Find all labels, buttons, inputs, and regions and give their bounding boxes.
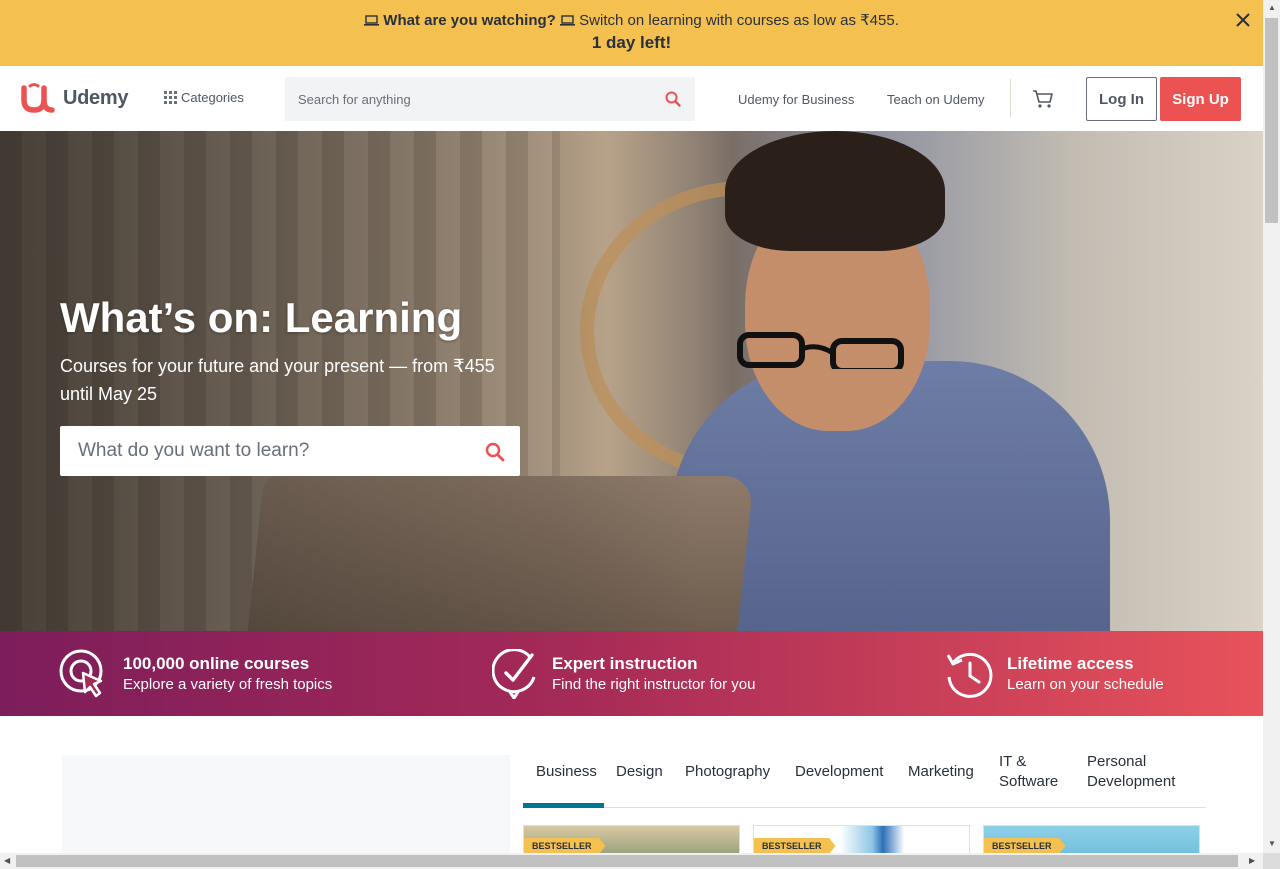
scroll-up-icon[interactable]: ▲ xyxy=(1268,3,1276,12)
check-badge-icon xyxy=(492,649,536,699)
tab-personal-development[interactable]: Personal Development xyxy=(1087,752,1187,792)
tab-it-software[interactable]: IT & Software xyxy=(999,752,1069,792)
feature-item: Expert instruction Find the right instru… xyxy=(492,649,755,699)
udemy-for-business-link[interactable]: Udemy for Business xyxy=(738,92,854,107)
login-button[interactable]: Log In xyxy=(1086,77,1157,121)
search-input[interactable] xyxy=(285,77,645,121)
feature-desc: Learn on your schedule xyxy=(1007,676,1164,693)
featured-panel xyxy=(62,755,510,869)
close-icon[interactable] xyxy=(1233,10,1253,30)
feature-title: 100,000 online courses xyxy=(123,654,310,673)
scroll-down-icon[interactable]: ▼ xyxy=(1268,839,1276,848)
clock-history-icon xyxy=(946,652,993,698)
hero-search xyxy=(60,426,520,476)
hero-banner: What’s on: Learning Courses for your fut… xyxy=(0,131,1263,631)
tab-photography[interactable]: Photography xyxy=(685,762,770,782)
udemy-logo-icon xyxy=(21,83,55,113)
teach-on-udemy-link[interactable]: Teach on Udemy xyxy=(887,92,985,107)
laptop-icon xyxy=(364,15,380,26)
search-icon[interactable] xyxy=(665,91,681,107)
feature-item: 100,000 online courses Explore a variety… xyxy=(59,649,332,699)
hero-search-input[interactable] xyxy=(60,426,460,476)
header-search xyxy=(285,77,695,121)
promo-banner: What are you watching? Switch on learnin… xyxy=(0,0,1263,66)
tab-marketing[interactable]: Marketing xyxy=(908,762,974,782)
bestseller-badge: BESTSELLER xyxy=(754,838,836,854)
promo-text: Switch on learning with courses as low a… xyxy=(579,12,899,29)
feature-desc: Explore a variety of fresh topics xyxy=(123,676,333,693)
feature-item: Lifetime access Learn on your schedule xyxy=(945,649,1164,699)
horizontal-scrollbar[interactable]: ◀ ▶ xyxy=(0,853,1263,869)
horizontal-scroll-thumb[interactable] xyxy=(16,855,1238,867)
header-divider xyxy=(1010,79,1011,117)
udemy-logo[interactable]: Udemy xyxy=(21,82,129,114)
feature-title: Expert instruction xyxy=(552,654,698,673)
category-tabs: Business Design Photography Development … xyxy=(523,752,1206,808)
hero-person-glasses xyxy=(737,332,904,369)
tab-development[interactable]: Development xyxy=(795,762,883,782)
feature-title: Lifetime access xyxy=(1007,654,1134,673)
logo-text: Udemy xyxy=(63,86,129,109)
cursor-target-icon xyxy=(59,649,103,698)
search-icon[interactable] xyxy=(485,442,505,462)
promo-countdown: 1 day left! xyxy=(591,33,672,52)
promo-headline: What are you watching? xyxy=(383,12,556,29)
promo-line: What are you watching? Switch on learnin… xyxy=(0,11,1263,29)
hero-person-hair xyxy=(725,131,945,251)
scrollbar-corner xyxy=(1263,853,1280,869)
cart-icon[interactable] xyxy=(1032,89,1054,109)
categories-menu[interactable]: Categories xyxy=(164,90,244,105)
grid-icon xyxy=(164,91,177,104)
features-strip: 100,000 online courses Explore a variety… xyxy=(0,631,1263,716)
hero-subtitle: Courses for your future and your present… xyxy=(60,356,495,404)
vertical-scroll-thumb[interactable] xyxy=(1265,18,1278,223)
tab-business[interactable]: Business xyxy=(523,762,604,808)
bestseller-badge: BESTSELLER xyxy=(524,838,606,854)
site-header: Udemy Categories Udemy for Business Teac… xyxy=(0,66,1263,131)
feature-desc: Find the right instructor for you xyxy=(552,676,756,693)
hero-title: What’s on: Learning xyxy=(60,294,463,341)
laptop-icon xyxy=(559,15,575,26)
bestseller-badge: BESTSELLER xyxy=(984,838,1066,854)
scroll-left-icon[interactable]: ◀ xyxy=(4,856,10,865)
vertical-scrollbar[interactable]: ▲ ▼ xyxy=(1263,0,1280,853)
categories-label: Categories xyxy=(181,90,244,105)
scroll-right-icon[interactable]: ▶ xyxy=(1249,856,1255,865)
tab-design[interactable]: Design xyxy=(616,762,663,782)
signup-button[interactable]: Sign Up xyxy=(1160,77,1241,121)
